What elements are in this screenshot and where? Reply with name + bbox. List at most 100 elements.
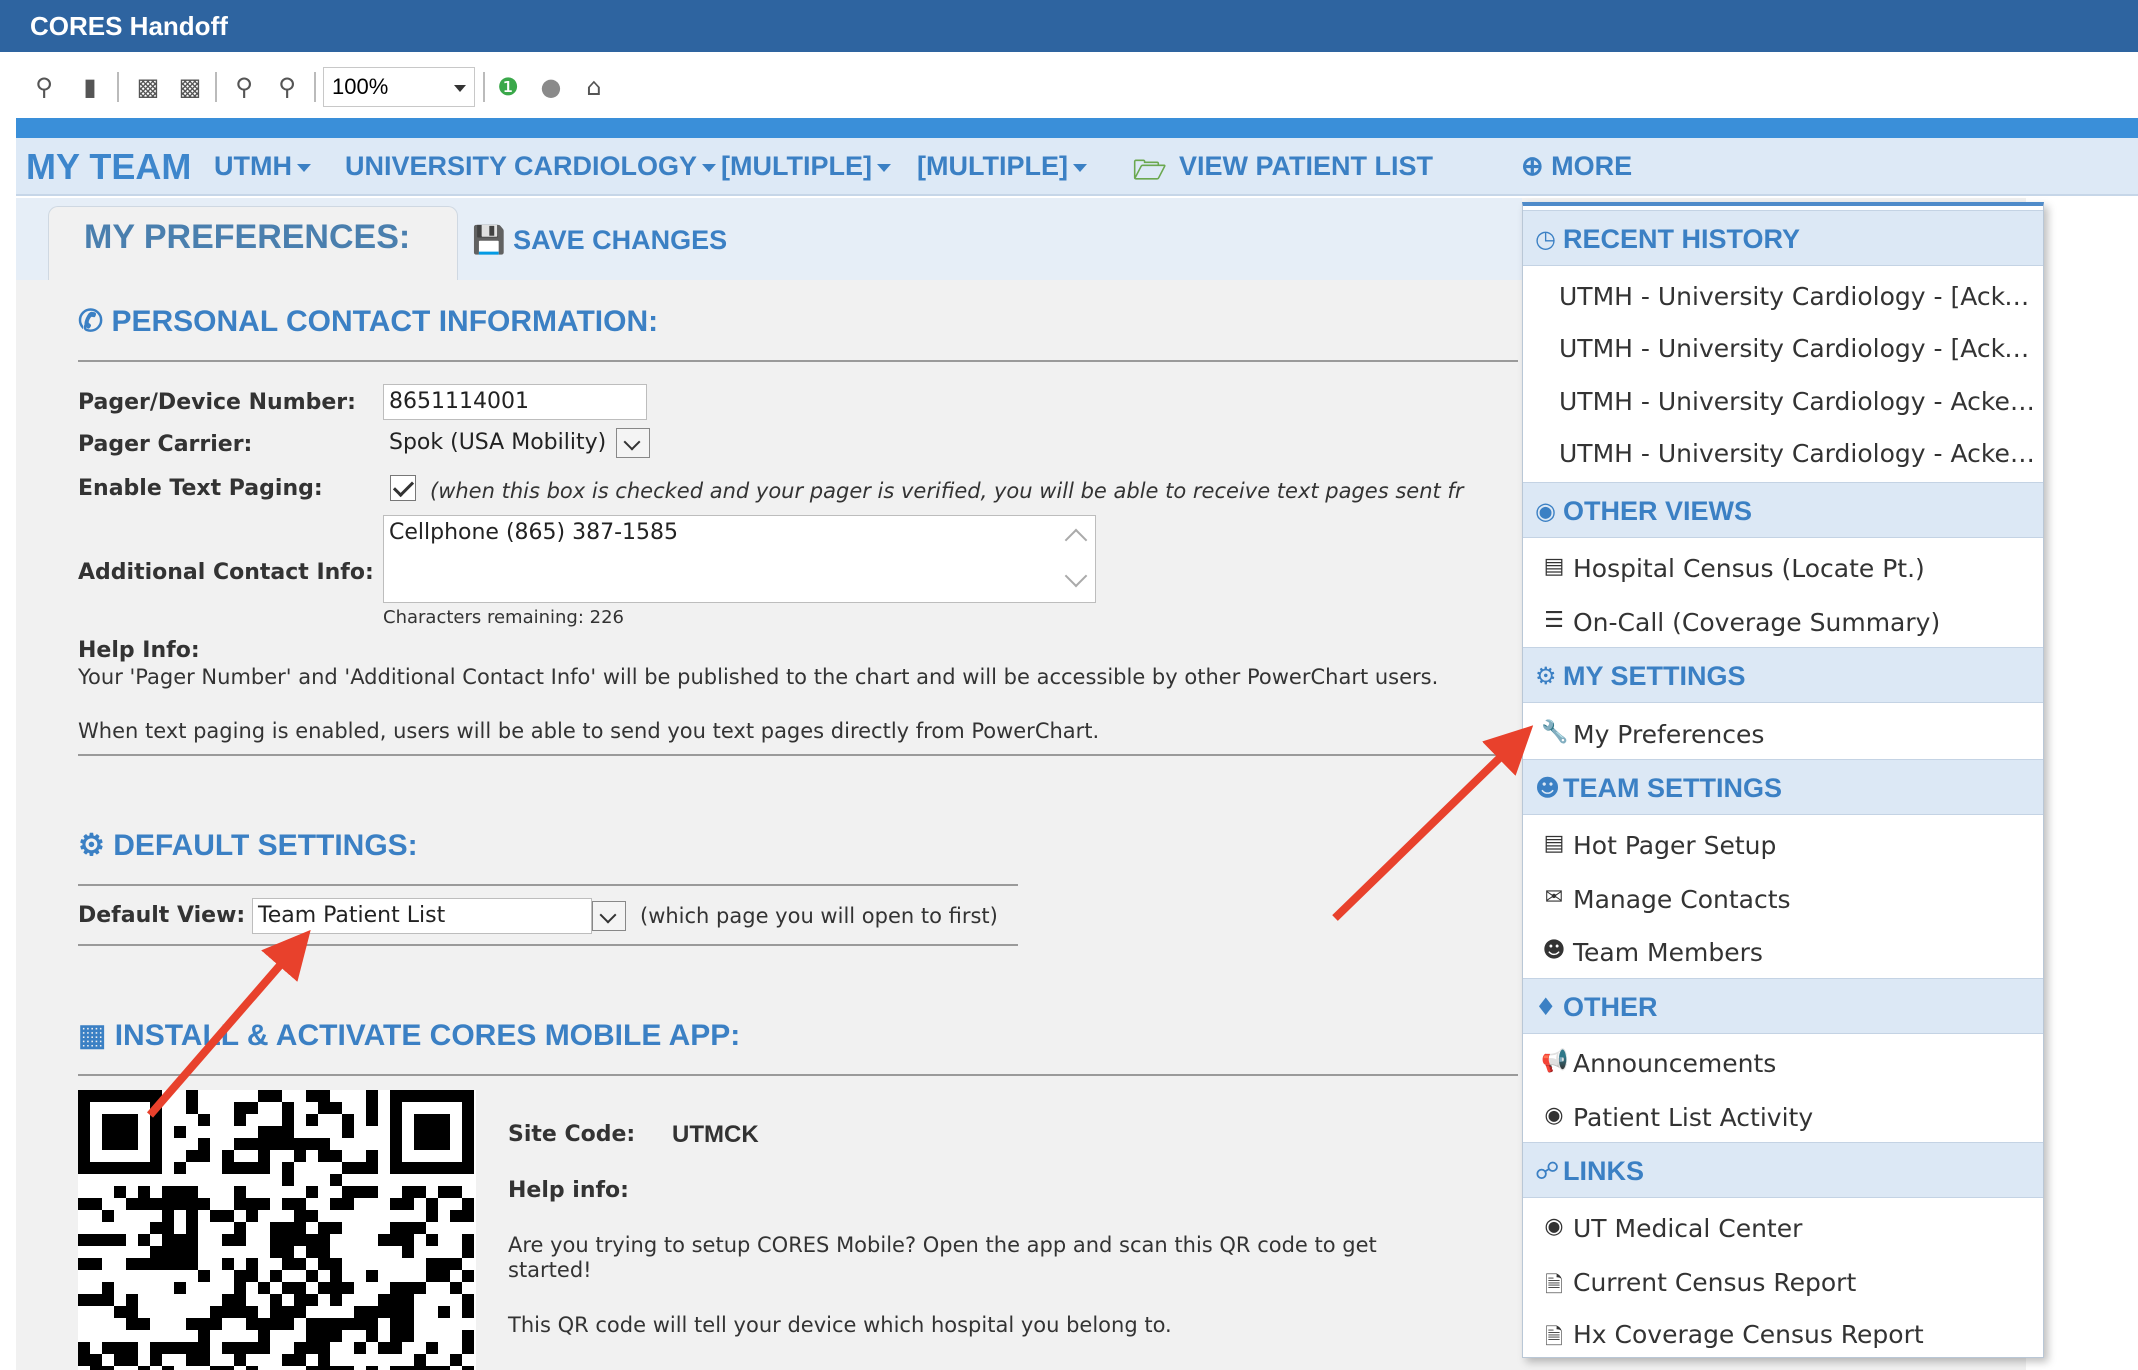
zoom-out-icon[interactable]: ⚲: [230, 74, 258, 100]
menu-item-label: UT Medical Center: [1573, 1214, 1803, 1243]
chevron-down-icon[interactable]: [592, 901, 626, 931]
folder-icon: 🗁: [1133, 155, 1167, 185]
nav-university-cardiology-label: UNIVERSITY CARDIOLOGY: [345, 151, 698, 181]
nav-multiple-1[interactable]: [MULTIPLE]: [721, 151, 891, 182]
menu-item-label: UTMH - University Cardiology - Ackerman: [1559, 439, 2037, 468]
menu-header-recent-history: ◷ RECENT HISTORY: [1523, 210, 2043, 266]
eye-icon: ◉: [1535, 497, 1556, 525]
nav-utmh[interactable]: UTMH: [214, 151, 311, 182]
menu-item-on-call[interactable]: ☰ On-Call (Coverage Summary): [1523, 594, 2043, 648]
pager-carrier-select[interactable]: Spok (USA Mobility): [383, 426, 616, 462]
caret-down-icon: [296, 163, 311, 172]
menu-item-label: Hot Pager Setup: [1573, 831, 1777, 860]
globe-icon: ◉: [1544, 1214, 1564, 1239]
scroll-up-icon[interactable]: [1064, 528, 1088, 552]
additional-contact-textarea[interactable]: Cellphone (865) 387-1585: [383, 515, 1096, 603]
toolbar-separator: [215, 72, 217, 102]
menu-item-label: Current Census Report: [1573, 1268, 1857, 1297]
menu-item-recent-3[interactable]: UTMH - University Cardiology - Ackerman: [1523, 373, 2043, 427]
section-divider: [78, 360, 1518, 362]
section-divider: [78, 944, 1018, 946]
binoculars-icon[interactable]: ⚲: [30, 74, 58, 100]
text-paging-note: (when this box is checked and your pager…: [430, 479, 1464, 503]
site-code-value: UTMCK: [672, 1121, 759, 1148]
nav-university-cardiology[interactable]: UNIVERSITY CARDIOLOGY: [345, 151, 717, 182]
additional-contact-label: Additional Contact Info:: [78, 560, 374, 585]
page-icon[interactable]: ▮: [76, 74, 104, 100]
default-view-select[interactable]: Team Patient List: [252, 898, 592, 934]
site-code-label: Site Code:: [508, 1122, 636, 1147]
window-title: CORES Handoff: [30, 11, 228, 41]
stop-icon[interactable]: ●: [537, 74, 565, 100]
menu-item-manage-contacts[interactable]: ✉ Manage Contacts: [1523, 871, 2043, 925]
scroll-down-icon[interactable]: [1064, 564, 1088, 588]
caret-down-icon: [876, 163, 891, 172]
enable-text-paging-checkbox[interactable]: [390, 475, 416, 501]
chevron-down-icon[interactable]: [616, 428, 650, 458]
zoom-in-icon[interactable]: ⚲: [273, 74, 301, 100]
pager-carrier-label: Pager Carrier:: [78, 432, 253, 457]
menu-item-recent-4[interactable]: UTMH - University Cardiology - Ackerman: [1523, 425, 2043, 479]
menu-header-team-settings: ☻ TEAM SETTINGS: [1523, 759, 2043, 815]
toolbar-separator: [314, 72, 316, 102]
menu-item-ut-medical-center[interactable]: ◉ UT Medical Center: [1523, 1200, 2043, 1254]
nav-bar: MY TEAM UTMH UNIVERSITY CARDIOLOGY [MULT…: [16, 138, 2138, 196]
menu-item-hx-coverage-census-report[interactable]: 🗎 Hx Coverage Census Report: [1523, 1306, 2043, 1360]
nav-multiple-2[interactable]: [MULTIPLE]: [917, 151, 1087, 182]
mobile-help-line-1: Are you trying to setup CORES Mobile? Op…: [508, 1233, 1377, 1257]
menu-item-recent-1[interactable]: UTMH - University Cardiology - [Ackerman…: [1523, 268, 2043, 322]
pager-label: Pager/Device Number:: [78, 390, 356, 415]
additional-contact-value: Cellphone (865) 387-1585: [389, 520, 679, 545]
nav-utmh-label: UTMH: [214, 151, 292, 181]
mobile-help-line-1b: started!: [508, 1258, 592, 1282]
menu-item-label: My Preferences: [1573, 720, 1765, 749]
menu-item-label: UTMH - University Cardiology - [Ackerman…: [1559, 282, 2037, 311]
help-info-line-2: When text paging is enabled, users will …: [78, 719, 1100, 743]
section-default-settings-label: DEFAULT SETTINGS:: [113, 829, 418, 862]
credit-card-icon: ▤: [1543, 831, 1565, 856]
menu-item-label: Manage Contacts: [1573, 885, 1791, 914]
menu-item-label: Team Members: [1573, 938, 1763, 967]
home-icon[interactable]: ⌂: [580, 74, 608, 100]
menu-item-current-census-report[interactable]: 🗎 Current Census Report: [1523, 1254, 2043, 1308]
nav-multiple-1-label: [MULTIPLE]: [721, 151, 872, 181]
back-icon[interactable]: ❶: [494, 74, 522, 100]
menu-item-hot-pager-setup[interactable]: ▤ Hot Pager Setup: [1523, 817, 2043, 871]
plus-circle-icon: ⊕: [1521, 151, 1552, 181]
nav-view-patient-list[interactable]: VIEW PATIENT LIST: [1179, 151, 1433, 182]
textarea-scrollbar[interactable]: [1058, 516, 1094, 602]
nav-my-team[interactable]: MY TEAM: [26, 146, 191, 188]
zoom-value: 100%: [332, 74, 389, 99]
pager-number-input[interactable]: 8651114001: [383, 384, 647, 420]
clock-icon: ◷: [1535, 225, 1556, 253]
section-mobile-app: ▦ INSTALL & ACTIVATE CORES MOBILE APP:: [78, 1018, 740, 1053]
section-divider: [78, 884, 1018, 886]
menu-header-links: ☍ LINKS: [1523, 1142, 2043, 1198]
caret-down-icon: [1072, 163, 1087, 172]
zoom-select[interactable]: 100%: [323, 67, 475, 107]
menu-item-label: UTMH - University Cardiology - [Ackerman…: [1559, 334, 2037, 363]
megaphone-icon: 📢: [1541, 1049, 1569, 1074]
qr-code-image: [78, 1090, 476, 1370]
section-divider: [78, 1074, 1518, 1076]
wrench-icon: 🔧: [1541, 720, 1569, 745]
qr-code-icon: ▦: [78, 1019, 115, 1052]
print-icon[interactable]: ▩: [134, 74, 162, 100]
menu-item-announcements[interactable]: 📢 Announcements: [1523, 1035, 2043, 1089]
menu-item-hospital-census[interactable]: ▤ Hospital Census (Locate Pt.): [1523, 540, 2043, 594]
pager-carrier-value: Spok (USA Mobility): [389, 430, 607, 455]
menu-header-other: ♦ OTHER: [1523, 978, 2043, 1034]
menu-item-patient-list-activity[interactable]: ◉ Patient List Activity: [1523, 1089, 2043, 1143]
export-icon[interactable]: ▩: [176, 74, 204, 100]
title-bar: CORES Handoff: [0, 0, 2138, 52]
help-info-line-1: Your 'Pager Number' and 'Additional Cont…: [78, 665, 1439, 689]
puzzle-icon: ♦: [1535, 993, 1557, 1021]
nav-more[interactable]: ⊕ MORE: [1521, 151, 1632, 182]
menu-item-my-preferences[interactable]: 🔧 My Preferences: [1523, 706, 2043, 760]
link-icon: ☍: [1535, 1157, 1560, 1185]
menu-item-recent-2[interactable]: UTMH - University Cardiology - [Ackerman…: [1523, 320, 2043, 374]
save-changes-button[interactable]: 💾 SAVE CHANGES: [472, 224, 727, 256]
section-mobile-app-label: INSTALL & ACTIVATE CORES MOBILE APP:: [114, 1019, 741, 1052]
list-icon: ☰: [1544, 608, 1564, 633]
menu-item-team-members[interactable]: ☻ Team Members: [1523, 924, 2043, 978]
